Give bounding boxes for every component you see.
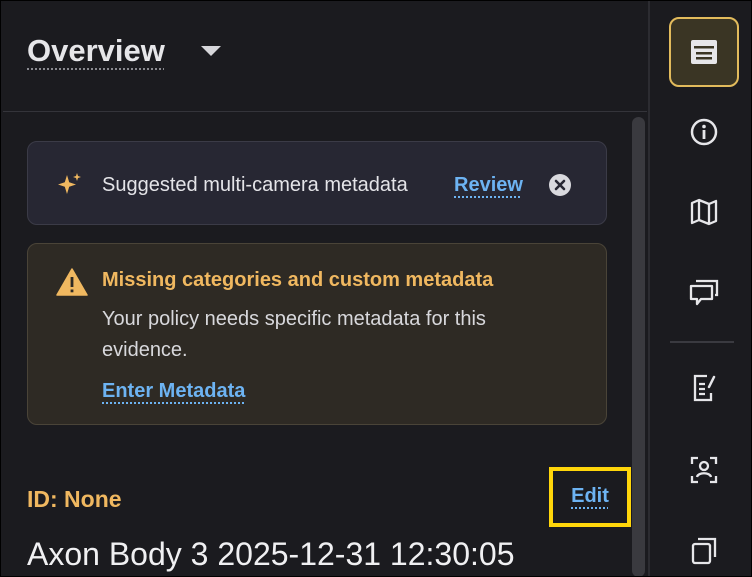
- document-edit-icon: [693, 374, 716, 402]
- rail-copies-button[interactable]: [669, 515, 739, 576]
- warning-icon: [56, 268, 88, 296]
- scrollbar[interactable]: [632, 117, 645, 576]
- warning-title: Missing categories and custom metadata: [102, 269, 494, 291]
- rail-person-scan-button[interactable]: [669, 435, 739, 505]
- app-window: Overview Suggested multi-camera metadata…: [0, 0, 752, 577]
- overview-panel: Overview Suggested multi-camera metadata…: [3, 3, 647, 576]
- missing-metadata-warning: Missing categories and custom metadata Y…: [27, 243, 607, 425]
- suggestion-banner: Suggested multi-camera metadata Review: [27, 141, 607, 225]
- close-icon[interactable]: [549, 174, 571, 196]
- details-panel-icon: [691, 40, 717, 64]
- suggestion-text: Suggested multi-camera metadata: [102, 174, 408, 196]
- edit-highlight: Edit: [549, 467, 631, 527]
- edit-id-button[interactable]: Edit: [553, 485, 627, 508]
- rail-comments-button[interactable]: [669, 257, 739, 327]
- right-rail: [648, 1, 751, 576]
- map-icon: [690, 198, 718, 226]
- review-link[interactable]: Review: [454, 174, 523, 197]
- evidence-title: Axon Body 3 2025-12-31 12:30:05: [27, 536, 515, 572]
- rail-info-button[interactable]: [669, 97, 739, 167]
- rail-divider: [670, 341, 734, 343]
- info-icon: [690, 118, 718, 146]
- rail-map-button[interactable]: [669, 177, 739, 247]
- warning-body: Your policy needs specific metadata for …: [102, 308, 486, 361]
- panel-header: Overview: [3, 3, 647, 112]
- chevron-down-icon[interactable]: [201, 46, 221, 56]
- rail-document-button[interactable]: [669, 353, 739, 423]
- enter-metadata-link[interactable]: Enter Metadata: [102, 380, 245, 403]
- sparkle-icon: [58, 173, 81, 194]
- rail-details-button[interactable]: [669, 17, 739, 87]
- evidence-id: ID: None: [27, 486, 122, 512]
- comments-icon: [689, 279, 719, 306]
- person-scan-icon: [690, 456, 718, 484]
- copies-icon: [691, 537, 717, 565]
- overview-title-dropdown[interactable]: Overview: [27, 33, 165, 69]
